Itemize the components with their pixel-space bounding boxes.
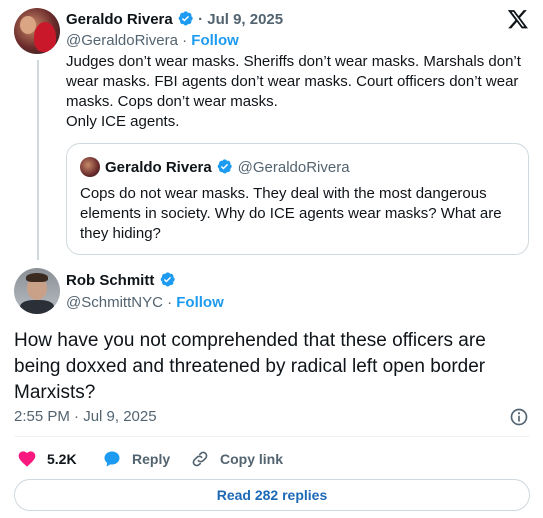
- rob-avatar[interactable]: [14, 268, 60, 314]
- tweet-text-line: Cops do not wear masks. They deal with t…: [80, 185, 487, 202]
- read-replies-button[interactable]: Read 282 replies: [14, 479, 530, 511]
- link-icon: [190, 449, 210, 469]
- reply-button[interactable]: Reply: [102, 449, 170, 469]
- follow-geraldo-button[interactable]: Follow: [191, 32, 239, 49]
- original-handle[interactable]: @GeraldoRivera: [66, 32, 178, 49]
- reply-label: Reply: [132, 451, 171, 467]
- copy-link-label: Copy link: [220, 451, 284, 467]
- tweet-text-line: How have you not comprehended that these…: [14, 330, 486, 351]
- separator-dot: ·: [198, 11, 204, 28]
- x-logo-icon[interactable]: [507, 8, 529, 30]
- copy-link-button[interactable]: Copy link: [190, 449, 283, 469]
- tweet-text-line: they hiding?: [80, 225, 161, 242]
- separator-dot: ·: [167, 294, 173, 311]
- tweet-text-line: being doxxed and threatened by radical l…: [14, 356, 486, 377]
- tweet-text-line: Only ICE agents.: [66, 113, 180, 130]
- reply-tweet-text: How have you not comprehended that these…: [14, 328, 534, 406]
- reply-author-name[interactable]: Rob Schmitt: [66, 272, 154, 289]
- verified-badge-icon: [159, 271, 176, 288]
- heart-icon: [17, 449, 37, 469]
- follow-rob-button[interactable]: Follow: [176, 294, 224, 311]
- geraldo-avatar[interactable]: [14, 8, 60, 54]
- reply-handle[interactable]: @SchmittNYC: [66, 294, 163, 311]
- tweet-text-line: masks. Cops don’t wear masks.: [66, 93, 278, 110]
- reply-timestamp[interactable]: 2:55 PM · Jul 9, 2025: [14, 408, 157, 425]
- info-icon[interactable]: [509, 407, 529, 427]
- original-author-name[interactable]: Geraldo Rivera: [66, 11, 173, 28]
- verified-badge-icon: [177, 10, 194, 27]
- quoted-author-avatar: [80, 157, 100, 177]
- tweet-text-line: Marxists?: [14, 382, 96, 403]
- tweet-text-line: Judges don’t wear masks. Sheriffs don’t …: [66, 53, 521, 70]
- original-tweet-text: Judges don’t wear masks. Sheriffs don’t …: [66, 52, 536, 132]
- verified-badge-icon: [216, 158, 233, 175]
- quoted-author-name: Geraldo Rivera: [105, 159, 212, 176]
- divider: [14, 436, 530, 437]
- separator-dot: ·: [182, 32, 188, 49]
- quoted-tweet-text: Cops do not wear masks. They deal with t…: [80, 184, 520, 244]
- original-date[interactable]: Jul 9, 2025: [207, 11, 283, 28]
- quoted-author-handle: @GeraldoRivera: [237, 159, 350, 176]
- tweet-text-line: wear masks. FBI agents don’t wear masks.…: [66, 73, 519, 90]
- thread-connector-line: [37, 60, 39, 260]
- like-count: 5.2K: [47, 451, 77, 467]
- quoted-tweet-card[interactable]: Geraldo Rivera @GeraldoRivera Cops do no…: [66, 143, 529, 255]
- tweet-text-line: elements in society. Why do ICE agents w…: [80, 205, 502, 222]
- like-button[interactable]: 5.2K: [17, 449, 77, 469]
- reply-bubble-icon: [102, 449, 122, 469]
